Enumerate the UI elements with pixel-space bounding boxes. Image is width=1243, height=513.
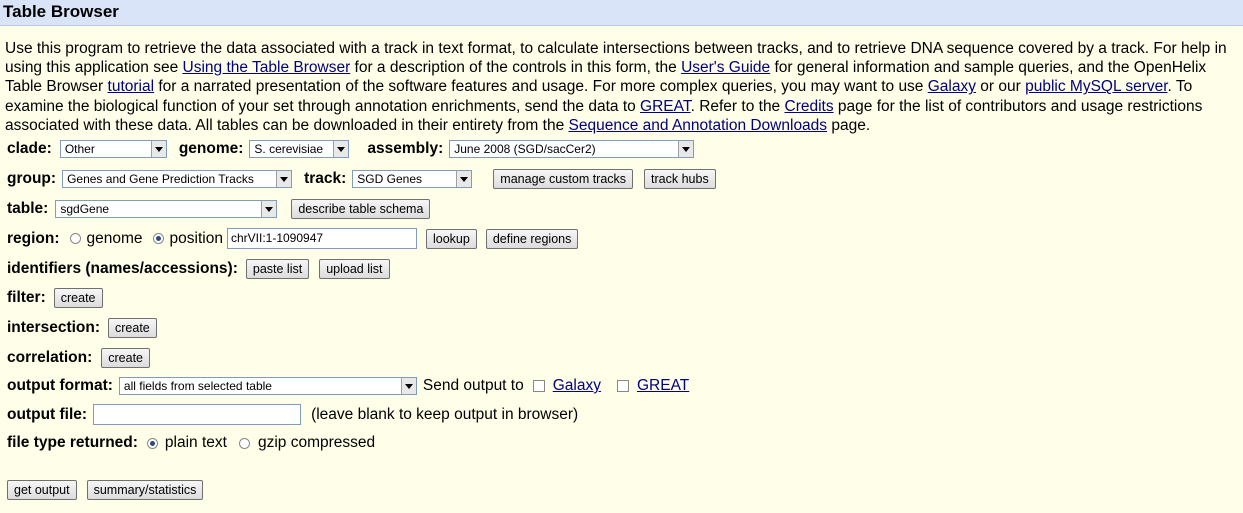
track-select[interactable]: SGD Genes [352, 170, 473, 188]
send-galaxy-link[interactable]: Galaxy [553, 377, 601, 395]
output-file-label: output file: [7, 405, 88, 423]
region-genome-radio[interactable] [69, 233, 81, 244]
region-position-radio[interactable] [152, 233, 164, 244]
chevron-down-icon [261, 201, 277, 217]
filter-label: filter: [7, 289, 46, 306]
clade-select[interactable]: Other [59, 140, 167, 158]
link-public-mysql[interactable]: public MySQL server [1025, 78, 1167, 95]
track-hubs-button[interactable]: track hubs [644, 169, 716, 189]
send-output-label: Send output to [422, 377, 524, 394]
output-format-label: output format: [7, 377, 113, 394]
send-great-link[interactable]: GREAT [637, 377, 689, 395]
table-label: table: [7, 200, 49, 217]
region-position-label: position [169, 229, 223, 247]
row-table: table: sgdGene describe table schema [7, 199, 431, 219]
chevron-down-icon [276, 171, 292, 187]
row-group-track: group: Genes and Gene Prediction Tracks … [7, 169, 716, 189]
intersection-create-button[interactable]: create [108, 318, 157, 338]
link-downloads[interactable]: Sequence and Annotation Downloads [569, 117, 828, 134]
assembly-select[interactable]: June 2008 (SGD/sacCer2) [449, 140, 695, 158]
table-select[interactable]: sgdGene [55, 200, 278, 218]
intersection-label: intersection: [7, 319, 101, 336]
link-galaxy[interactable]: Galaxy [928, 78, 976, 95]
chevron-down-icon [333, 141, 349, 157]
region-genome-label: genome [86, 229, 143, 247]
gzip-label: gzip compressed [257, 434, 376, 451]
chevron-down-icon [678, 141, 694, 157]
identifiers-label: identifiers (names/accessions): [7, 260, 238, 277]
group-label: group: [7, 170, 57, 187]
row-intersection: intersection: create [7, 318, 157, 338]
row-filter: filter: create [7, 288, 103, 308]
output-file-hint: (leave blank to keep output in browser) [311, 405, 579, 423]
row-output-file: output file: (leave blank to keep output… [7, 404, 578, 425]
chevron-down-icon [150, 141, 166, 157]
row-identifiers: identifiers (names/accessions): paste li… [7, 259, 390, 279]
genome-label: genome: [178, 140, 244, 157]
get-output-button[interactable]: get output [7, 480, 77, 500]
manage-custom-tracks-button[interactable]: manage custom tracks [493, 169, 634, 189]
correlation-label: correlation: [7, 349, 93, 366]
row-region: region: genome position chrVII:1-1090947… [7, 228, 579, 249]
track-label: track: [304, 170, 347, 187]
plain-text-label: plain text [164, 434, 227, 451]
paste-list-button[interactable]: paste list [245, 259, 310, 279]
chevron-down-icon [456, 171, 472, 187]
row-correlation: correlation: create [7, 348, 151, 368]
genome-select[interactable]: S. cerevisiae [249, 140, 350, 158]
link-using-table-browser[interactable]: Using the Table Browser [183, 59, 351, 76]
position-input[interactable]: chrVII:1-1090947 [226, 228, 417, 249]
group-select[interactable]: Genes and Gene Prediction Tracks [62, 170, 293, 188]
plain-text-radio[interactable] [146, 437, 158, 449]
link-great[interactable]: GREAT [640, 98, 691, 115]
lookup-button[interactable]: lookup [425, 228, 477, 249]
row-file-type: file type returned: plain text gzip comp… [7, 434, 375, 452]
summary-statistics-button[interactable]: summary/statistics [86, 480, 204, 500]
send-great-checkbox[interactable] [616, 380, 629, 392]
correlation-create-button[interactable]: create [101, 348, 151, 368]
region-label: region: [7, 229, 60, 247]
describe-table-schema-button[interactable]: describe table schema [291, 199, 431, 219]
upload-list-button[interactable]: upload list [319, 259, 390, 279]
chevron-down-icon [400, 378, 416, 394]
assembly-label: assembly: [367, 140, 444, 157]
gzip-radio[interactable] [238, 437, 250, 449]
filter-create-button[interactable]: create [53, 288, 103, 308]
define-regions-button[interactable]: define regions [485, 228, 579, 249]
clade-label: clade: [7, 140, 52, 157]
link-credits[interactable]: Credits [785, 98, 834, 115]
row-clade-genome-assembly: clade: Other genome: S. cerevisiae assem… [7, 140, 695, 158]
output-format-select[interactable]: all fields from selected table [118, 377, 417, 395]
page-title: Table Browser [0, 0, 1243, 26]
row-actions: get output summary/statistics [7, 480, 204, 500]
link-users-guide[interactable]: User's Guide [681, 59, 770, 76]
send-galaxy-checkbox[interactable] [532, 380, 545, 392]
row-output-format: output format: all fields from selected … [7, 377, 689, 395]
intro-text: Use this program to retrieve the data as… [5, 40, 1227, 134]
file-type-label: file type returned: [7, 434, 138, 451]
link-tutorial[interactable]: tutorial [108, 78, 155, 95]
output-file-input[interactable] [93, 404, 302, 425]
